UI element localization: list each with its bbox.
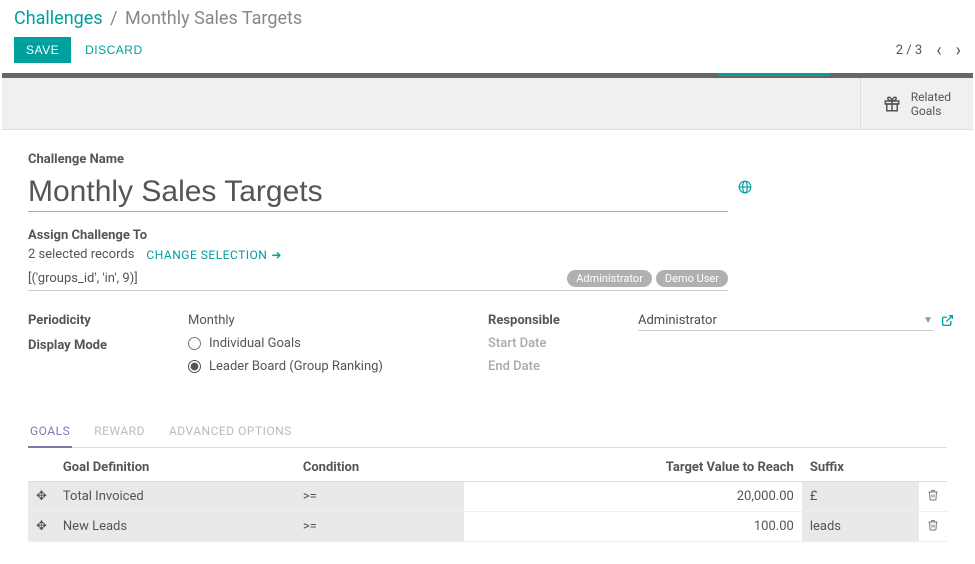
chevron-down-icon: ▼ — [923, 315, 933, 326]
save-button[interactable]: SAVE — [14, 37, 71, 63]
assign-label: Assign Challenge To — [28, 228, 947, 243]
change-selection-button[interactable]: CHANGE SELECTION ➜ — [146, 248, 282, 262]
cell-definition[interactable]: New Leads — [55, 512, 295, 542]
pager-prev-icon[interactable]: ‹ — [936, 40, 941, 61]
breadcrumb-sep: / — [110, 8, 117, 29]
tab-advanced[interactable]: ADVANCED OPTIONS — [167, 416, 294, 447]
status-indicator — [718, 73, 830, 76]
discard-button[interactable]: DISCARD — [85, 43, 143, 57]
cell-target[interactable]: 20,000.00 — [464, 482, 802, 512]
title-label: Challenge Name — [28, 152, 728, 167]
domain-filter[interactable]: [('groups_id', 'in', 9)] — [28, 271, 138, 286]
arrow-right-icon: ➜ — [271, 248, 282, 262]
tab-goals[interactable]: GOALS — [28, 416, 72, 448]
table-row[interactable]: ✥ Total Invoiced >= 20,000.00 £ — [28, 482, 947, 512]
cell-suffix[interactable]: £ — [802, 482, 919, 512]
col-target[interactable]: Target Value to Reach — [464, 454, 802, 482]
gift-icon — [883, 95, 901, 113]
cell-condition[interactable]: >= — [295, 482, 465, 512]
related-goals-button[interactable]: Related Goals — [860, 78, 973, 129]
cell-suffix[interactable]: leads — [802, 512, 919, 542]
display-option-leaderboard[interactable]: Leader Board (Group Ranking) — [188, 359, 488, 374]
table-row[interactable]: ✥ New Leads >= 100.00 leads — [28, 512, 947, 542]
challenge-name-input[interactable] — [28, 173, 728, 212]
radio-individual[interactable] — [188, 337, 201, 350]
periodicity-label: Periodicity — [28, 313, 188, 328]
breadcrumb-root[interactable]: Challenges — [14, 8, 103, 29]
external-link-icon[interactable] — [941, 314, 954, 331]
start-date-label: Start Date — [488, 336, 638, 351]
cell-condition[interactable]: >= — [295, 512, 465, 542]
goals-table: Goal Definition Condition Target Value t… — [28, 454, 947, 542]
drag-handle-icon[interactable]: ✥ — [28, 482, 55, 512]
delete-row-icon[interactable] — [919, 512, 947, 542]
cell-target[interactable]: 100.00 — [464, 512, 802, 542]
col-suffix[interactable]: Suffix — [802, 454, 919, 482]
user-badge[interactable]: Demo User — [656, 270, 728, 287]
display-option-individual[interactable]: Individual Goals — [188, 336, 488, 351]
pager[interactable]: 2 / 3 — [896, 43, 922, 58]
cell-definition[interactable]: Total Invoiced — [55, 482, 295, 512]
col-condition[interactable]: Condition — [295, 454, 465, 482]
related-line2: Goals — [911, 104, 951, 118]
related-line1: Related — [911, 90, 951, 104]
col-definition[interactable]: Goal Definition — [55, 454, 295, 482]
tab-reward[interactable]: REWARD — [92, 416, 147, 447]
radio-leaderboard[interactable] — [188, 360, 201, 373]
display-mode-label: Display Mode — [28, 338, 188, 353]
breadcrumb-leaf: Monthly Sales Targets — [125, 8, 302, 29]
pager-next-icon[interactable]: › — [956, 40, 961, 61]
user-badge[interactable]: Administrator — [567, 270, 652, 287]
end-date-label: End Date — [488, 359, 638, 374]
responsible-label: Responsible — [488, 313, 638, 328]
assign-summary: 2 selected records — [28, 247, 134, 262]
periodicity-value[interactable]: Monthly — [188, 313, 488, 328]
globe-icon[interactable] — [738, 182, 752, 198]
delete-row-icon[interactable] — [919, 482, 947, 512]
responsible-select[interactable]: Administrator ▼ — [638, 313, 933, 331]
drag-handle-icon[interactable]: ✥ — [28, 512, 55, 542]
breadcrumb: Challenges / Monthly Sales Targets — [14, 8, 961, 29]
